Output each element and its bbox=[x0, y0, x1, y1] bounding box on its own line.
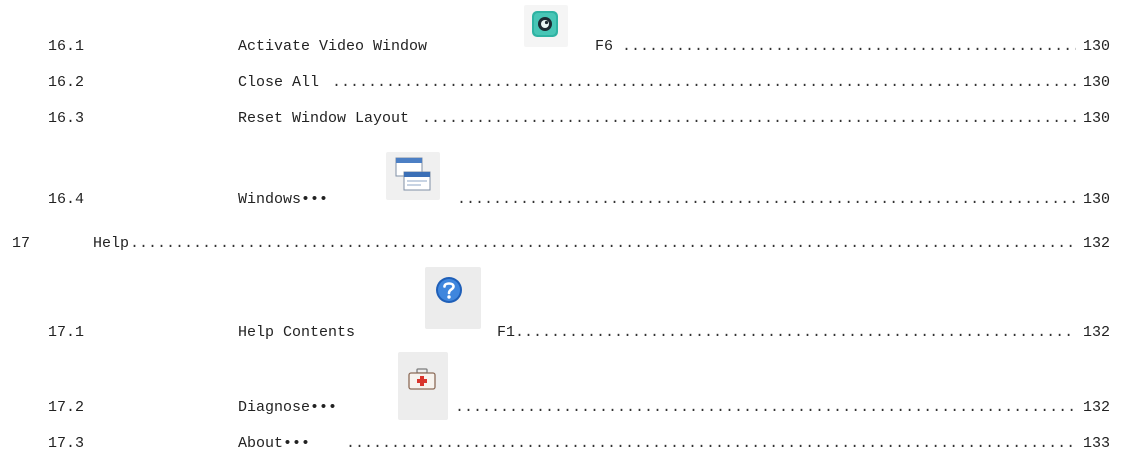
section-number: 16.4 bbox=[48, 191, 85, 208]
dot-leader: ........................................… bbox=[130, 235, 1076, 252]
section-title: About••• bbox=[238, 435, 311, 452]
toc-entry-17-3[interactable]: 17.3 About••• ..........................… bbox=[0, 433, 1128, 455]
section-number: 16.3 bbox=[48, 110, 85, 127]
section-title: Close All bbox=[238, 74, 320, 91]
section-number: 17.2 bbox=[48, 399, 85, 416]
dot-leader: ........................................… bbox=[515, 324, 1076, 341]
chapter-number: 17 bbox=[12, 235, 31, 252]
section-number: 17.1 bbox=[48, 324, 85, 341]
page-number: 133 bbox=[1083, 435, 1111, 452]
toc-entry-16-3[interactable]: 16.3 Reset Window Layout ...............… bbox=[0, 108, 1128, 130]
toc-entry-17-2[interactable]: 17.2 Diagnose••• .......................… bbox=[0, 397, 1128, 419]
page-number: 132 bbox=[1083, 399, 1111, 416]
section-title: Diagnose••• bbox=[238, 399, 338, 416]
video-window-icon bbox=[524, 5, 568, 47]
section-title: Windows••• bbox=[238, 191, 329, 208]
page-number: 132 bbox=[1083, 324, 1111, 341]
toc-entry-17-1[interactable]: 17.1 Help Contents F1 ..................… bbox=[0, 322, 1128, 344]
toc-entry-17[interactable]: 17 Help ................................… bbox=[0, 233, 1128, 255]
section-title: Reset Window Layout bbox=[238, 110, 410, 127]
page-number: 132 bbox=[1083, 235, 1111, 252]
page-number: 130 bbox=[1083, 74, 1111, 91]
dot-leader: ........................................… bbox=[622, 38, 1076, 55]
chapter-title: Help bbox=[93, 235, 130, 252]
dot-leader: ........................................… bbox=[457, 191, 1076, 208]
page-number: 130 bbox=[1083, 38, 1111, 55]
dot-leader: ........................................… bbox=[332, 74, 1076, 91]
page-number: 130 bbox=[1083, 110, 1111, 127]
help-question-icon bbox=[425, 267, 481, 329]
toc-entry-16-4[interactable]: 16.4 Windows••• ........................… bbox=[0, 189, 1128, 211]
section-number: 16.2 bbox=[48, 74, 85, 91]
shortcut-key: F6 bbox=[595, 38, 614, 55]
dot-leader: ........................................… bbox=[455, 399, 1076, 416]
section-title: Help Contents bbox=[238, 324, 356, 341]
dot-leader: ........................................… bbox=[422, 110, 1076, 127]
shortcut-key: F1 bbox=[497, 324, 516, 341]
section-number: 16.1 bbox=[48, 38, 85, 55]
section-title: Activate Video Window bbox=[238, 38, 428, 55]
section-number: 17.3 bbox=[48, 435, 85, 452]
toc-entry-16-2[interactable]: 16.2 Close All .........................… bbox=[0, 72, 1128, 94]
dot-leader: ........................................… bbox=[346, 435, 1076, 452]
page-number: 130 bbox=[1083, 191, 1111, 208]
